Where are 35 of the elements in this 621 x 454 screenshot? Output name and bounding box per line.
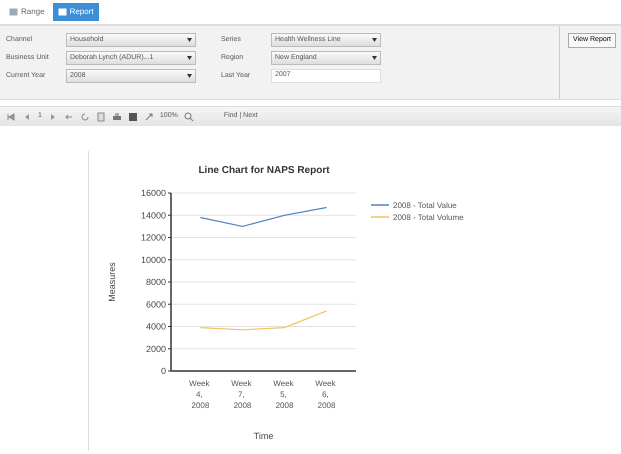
chart-title: Line Chart for NAPS Report xyxy=(198,165,330,176)
y-tick-label: 16000 xyxy=(140,188,166,198)
x-tick-label: Week 7, 2008 xyxy=(231,379,252,410)
print-icon[interactable] xyxy=(112,112,122,122)
caret-icon xyxy=(372,38,377,42)
y-tick-label: 6000 xyxy=(146,299,166,310)
first-page-icon[interactable] xyxy=(6,112,16,122)
y-tick-label: 8000 xyxy=(146,277,166,287)
x-tick-label: Week 4, 2008 xyxy=(189,379,210,410)
tab-icon xyxy=(58,8,67,16)
x-axis-title: Time xyxy=(254,431,274,441)
y-tick-label: 12000 xyxy=(140,232,166,242)
caret-icon xyxy=(187,56,192,60)
page-layout-icon[interactable] xyxy=(128,112,138,122)
y-tick-label: 0 xyxy=(160,366,166,376)
tab[interactable]: Report xyxy=(52,3,99,21)
legend-label: 2008 - Total Value xyxy=(393,201,457,210)
y-tick-label: 10000 xyxy=(140,254,166,265)
y-tick-label: 14000 xyxy=(140,210,166,220)
export-icon[interactable] xyxy=(144,112,154,122)
x-tick-label: Week 5, 2008 xyxy=(273,379,294,410)
x-tick-label: Week 6, 2008 xyxy=(315,379,336,410)
tab[interactable]: Range xyxy=(4,3,50,21)
refresh-icon[interactable] xyxy=(80,112,90,122)
caret-icon xyxy=(372,56,377,60)
document-icon[interactable] xyxy=(96,112,106,122)
legend-label: 2008 - Total Volume xyxy=(393,213,464,222)
y-tick-label: 4000 xyxy=(146,322,166,332)
caret-icon xyxy=(187,74,192,78)
search-icon[interactable] xyxy=(184,112,194,122)
back-icon[interactable] xyxy=(64,112,74,122)
y-tick-label: 2000 xyxy=(146,344,166,354)
caret-icon xyxy=(187,38,192,42)
tab-icon xyxy=(9,8,18,16)
y-axis-title: Measures xyxy=(107,262,117,302)
